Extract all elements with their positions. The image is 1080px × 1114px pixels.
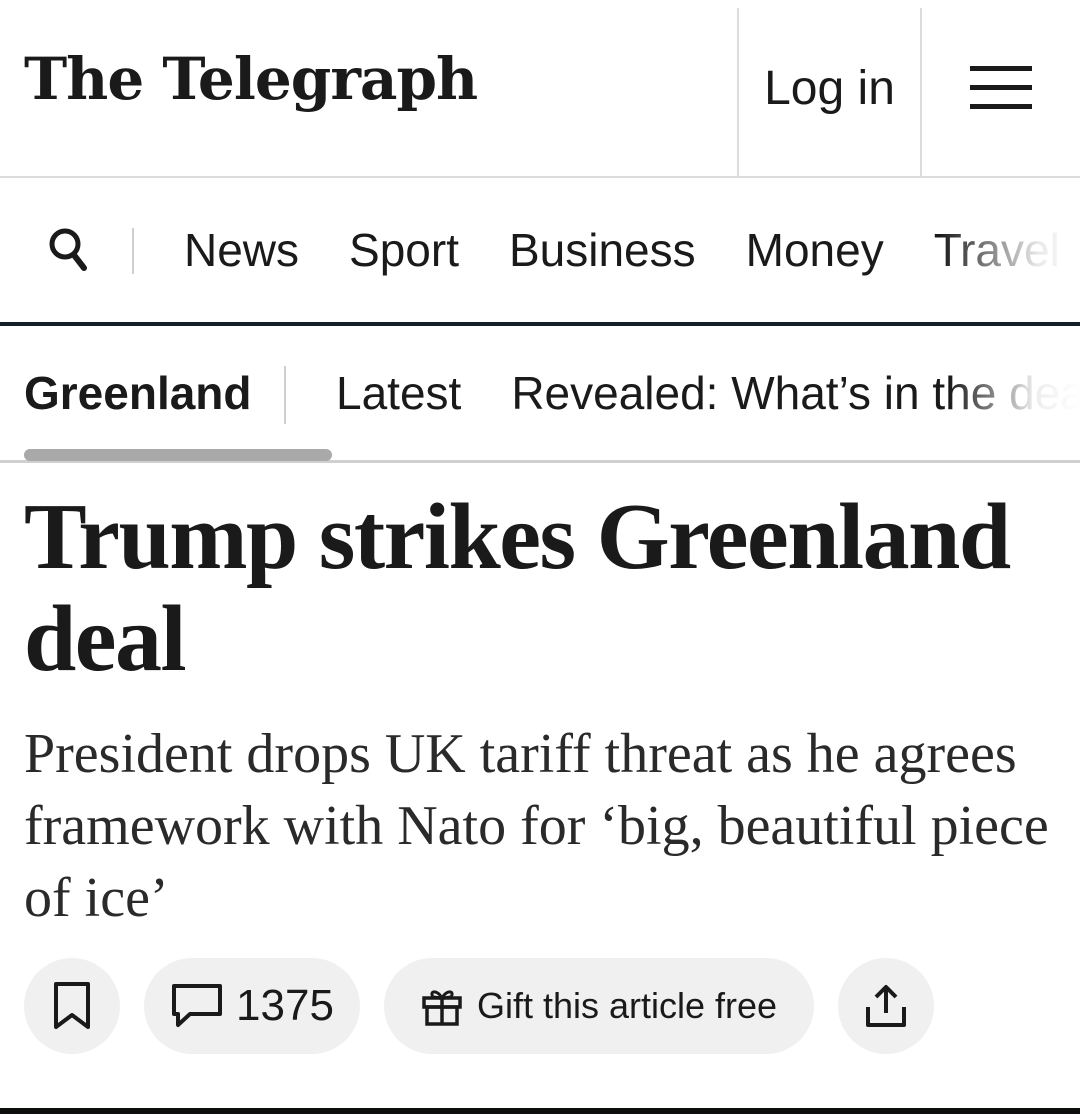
nav-items: News Sport Business Money Travel (184, 178, 1060, 322)
masthead: The Telegraph Log in (0, 0, 1080, 178)
article-actions: 1375 Gift this article free (0, 958, 1080, 1058)
share-icon (866, 985, 906, 1027)
gift-icon (422, 990, 462, 1026)
gift-label: Gift this article free (476, 985, 778, 1026)
nav-item-money[interactable]: Money (746, 223, 884, 277)
nav-separator (132, 228, 134, 274)
search-icon (49, 228, 87, 271)
topic-links: Latest Revealed: What’s in the deal (336, 366, 1080, 420)
telegraph-logo[interactable]: The Telegraph (24, 50, 478, 108)
nav-item-sport[interactable]: Sport (349, 223, 459, 277)
bottom-edge (0, 1108, 1080, 1114)
login-button[interactable]: Log in (739, 0, 920, 176)
gift-article-button[interactable]: Gift this article free (384, 958, 814, 1054)
bookmark-icon (54, 982, 90, 1029)
nav-item-news[interactable]: News (184, 223, 299, 277)
topic-separator (284, 366, 286, 424)
menu-button[interactable] (922, 0, 1080, 176)
comments-button[interactable]: 1375 (144, 958, 360, 1054)
share-button[interactable] (838, 958, 934, 1054)
topic-link-revealed[interactable]: Revealed: What’s in the deal (511, 366, 1080, 420)
nav-item-business[interactable]: Business (509, 223, 696, 277)
bookmark-button[interactable] (24, 958, 120, 1054)
topic-title[interactable]: Greenland (24, 366, 252, 420)
nav-item-travel[interactable]: Travel (934, 223, 1060, 277)
article-headline: Trump strikes Greenland deal (24, 485, 1011, 691)
topic-link-latest[interactable]: Latest (336, 366, 461, 420)
topic-nav: Greenland Latest Revealed: What’s in the… (0, 326, 1080, 464)
search-button[interactable] (40, 218, 96, 282)
comment-icon (172, 984, 223, 1027)
hamburger-menu-icon (970, 66, 1032, 109)
comment-count: 1375 (236, 981, 334, 1030)
article-standfirst: President drops UK tariff threat as he a… (24, 723, 1049, 929)
primary-nav: News Sport Business Money Travel (0, 178, 1080, 326)
topic-scroll-thumb[interactable] (24, 449, 332, 461)
